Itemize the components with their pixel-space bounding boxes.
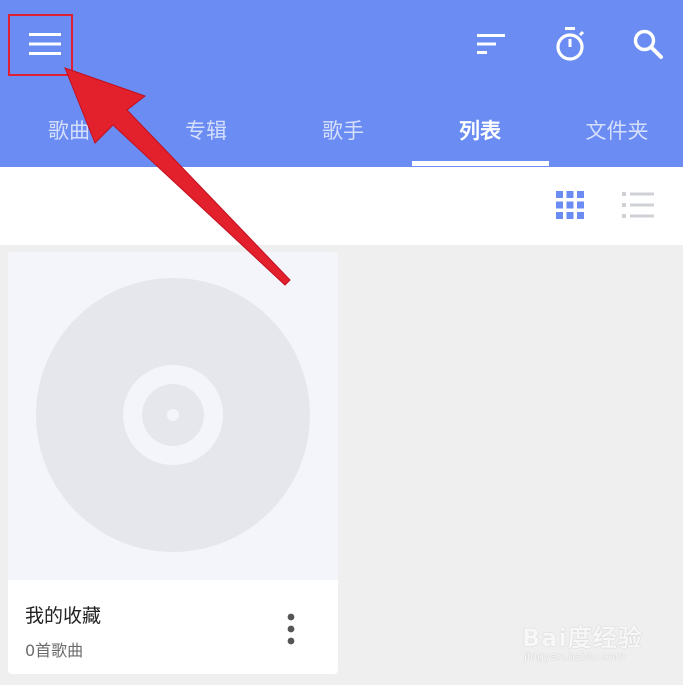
watermark: Bai度经验 jingyan.baidu.com <box>522 618 672 668</box>
watermark-url: jingyan.baidu.com <box>524 650 626 663</box>
watermark-brand: Bai度经验 <box>522 624 643 652</box>
annotation-arrow <box>64 67 291 286</box>
